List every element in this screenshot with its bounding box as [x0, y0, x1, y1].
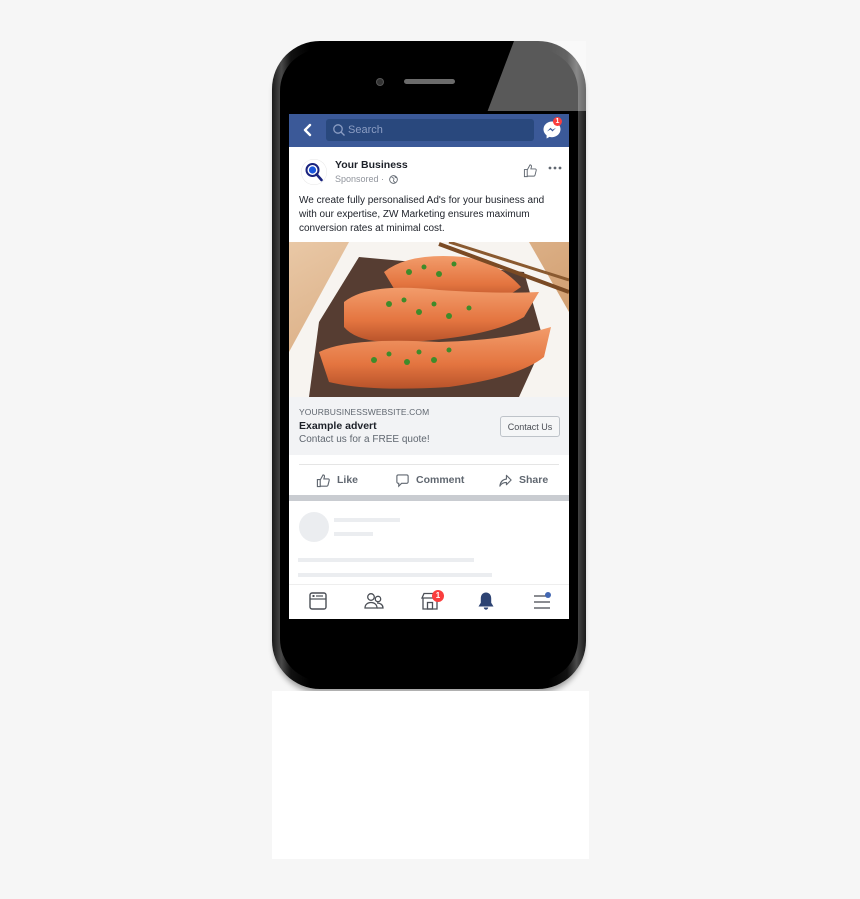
friends-icon [364, 593, 384, 609]
post-actions: Like Comment Share [289, 466, 569, 494]
like-icon [316, 473, 330, 487]
sponsored-label: Sponsored · [335, 174, 385, 184]
salmon-photo [289, 242, 569, 397]
placeholder-line [298, 558, 474, 562]
like-label: Like [337, 474, 359, 486]
marketplace-badge: 1 [432, 590, 444, 602]
contact-us-button[interactable]: Contact Us [500, 416, 560, 437]
share-icon [499, 474, 512, 487]
link-description: Contact us for a FREE quote! [299, 434, 430, 445]
search-bar[interactable] [326, 119, 534, 141]
search-icon [333, 124, 345, 136]
share-button[interactable]: Share [498, 466, 548, 494]
link-title: Example advert [299, 420, 377, 432]
placeholder-avatar [299, 512, 329, 542]
news-feed-icon [309, 592, 327, 610]
link-url: YOURBUSINESSWEBSITE.COM [299, 407, 430, 417]
placeholder-line [334, 532, 373, 536]
comment-label: Comment [416, 474, 465, 486]
reflection-panel [272, 691, 589, 859]
comment-icon [396, 473, 409, 487]
like-button[interactable]: Like [316, 466, 358, 494]
nav-friends[interactable] [363, 590, 387, 614]
like-page-icon[interactable] [523, 163, 538, 178]
globe-icon [389, 175, 398, 184]
nav-notifications[interactable] [475, 590, 499, 614]
comment-button[interactable]: Comment [395, 466, 464, 494]
feed-separator [289, 495, 569, 501]
post-body: We create fully personalised Ad's for yo… [299, 195, 545, 234]
page-avatar[interactable] [301, 159, 327, 185]
share-label: Share [519, 474, 549, 486]
phone-screen: 1 Your Business Sponsored · We create fu… [289, 114, 569, 619]
top-bar [289, 114, 569, 147]
nav-news-feed[interactable] [307, 590, 331, 614]
page-name[interactable]: Your Business [335, 159, 408, 171]
back-icon[interactable] [301, 122, 315, 138]
bottom-nav [289, 584, 569, 619]
messenger-badge: 1 [553, 117, 562, 126]
earpiece-speaker [404, 79, 455, 84]
search-input[interactable] [348, 122, 528, 138]
front-camera [377, 79, 383, 85]
bell-icon [478, 592, 494, 610]
post-header: Your Business Sponsored · [289, 147, 569, 191]
ad-image[interactable] [289, 242, 569, 397]
menu-notification-dot [545, 592, 551, 598]
more-options-icon[interactable] [548, 166, 562, 170]
nav-menu[interactable] [531, 590, 555, 614]
actions-divider [299, 464, 559, 465]
placeholder-line [334, 518, 400, 522]
placeholder-line [298, 573, 492, 577]
link-preview[interactable]: YOURBUSINESSWEBSITE.COM Example advert C… [289, 397, 569, 455]
